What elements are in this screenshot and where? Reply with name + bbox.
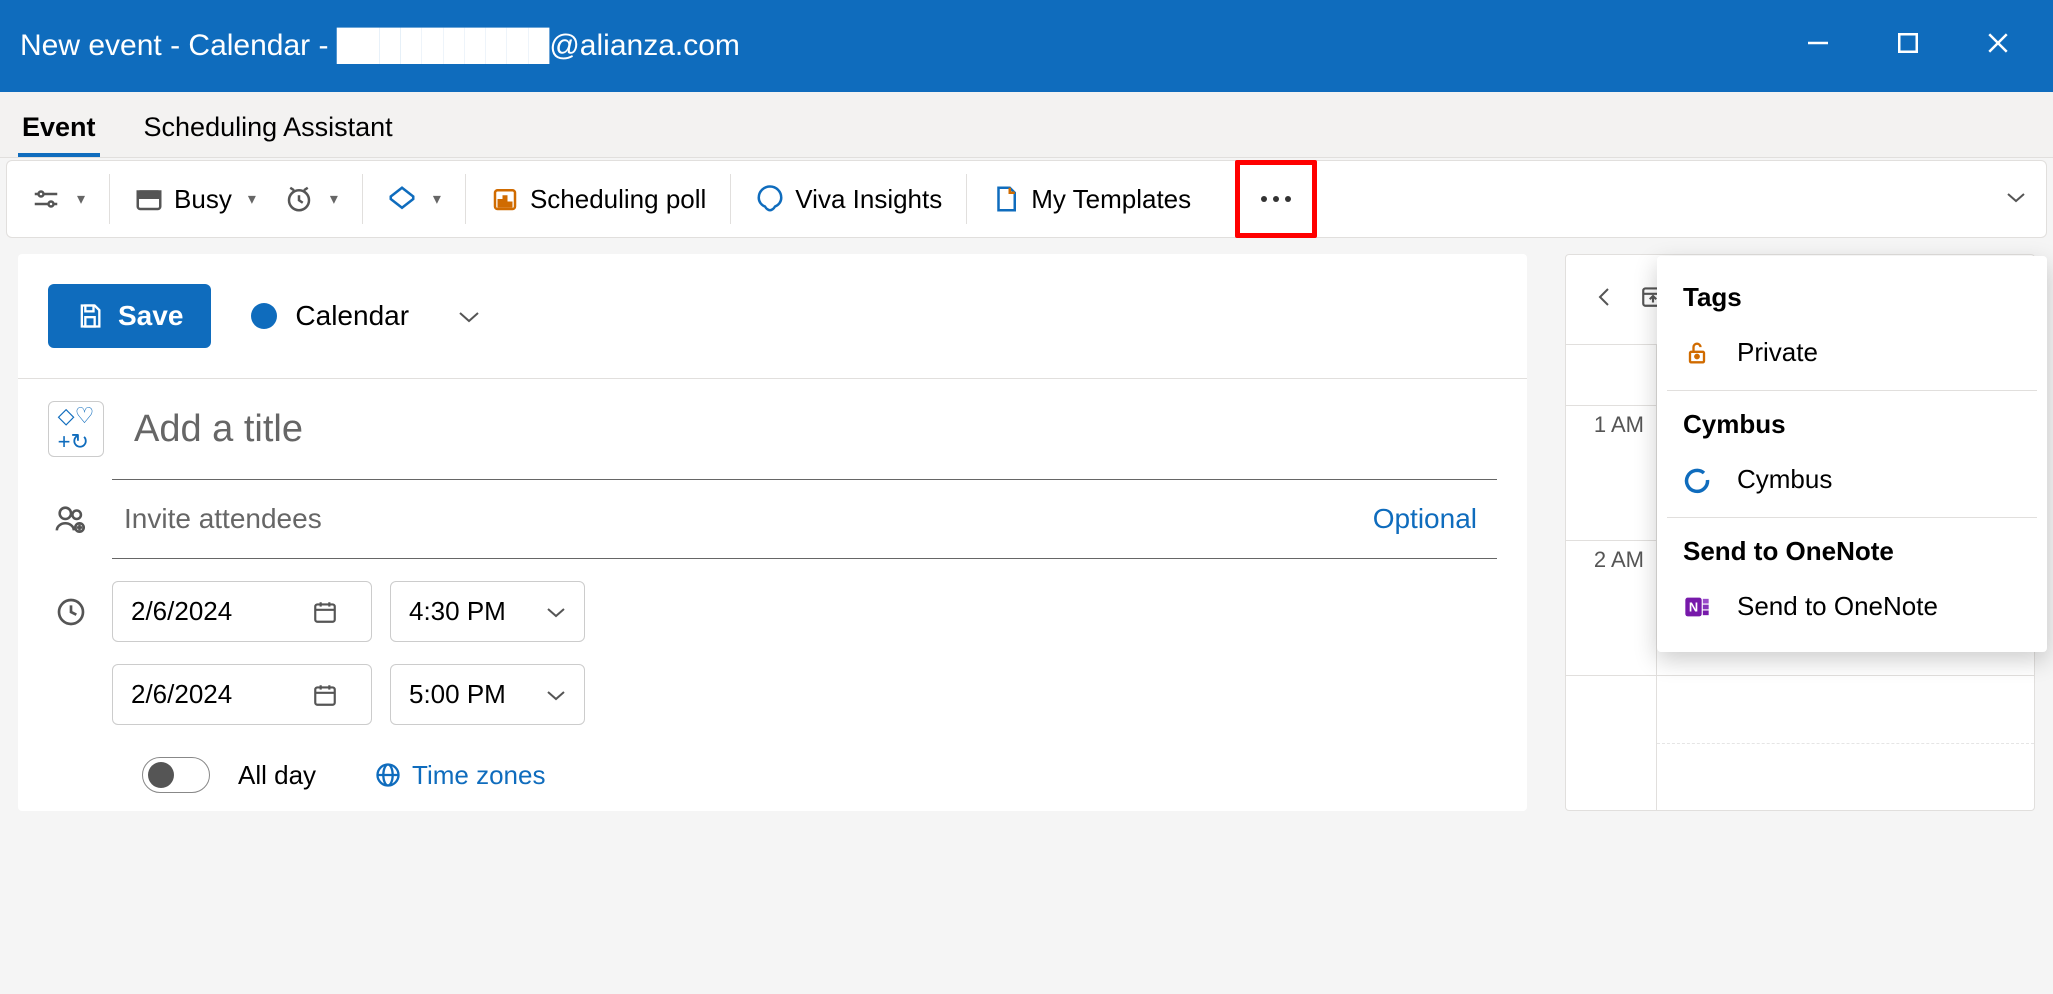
end-date-value: 2/6/2024	[131, 679, 232, 710]
calendar-selector[interactable]: Calendar	[251, 300, 481, 332]
menu-section-tags: Tags	[1657, 272, 2047, 323]
viva-label: Viva Insights	[795, 184, 942, 215]
save-button[interactable]: Save	[48, 284, 211, 348]
chevron-down-icon	[457, 300, 481, 332]
viva-insights-button[interactable]: Viva Insights	[741, 176, 956, 223]
all-day-toggle[interactable]	[142, 757, 210, 793]
start-date-picker[interactable]: 2/6/2024	[112, 581, 372, 642]
reminder-dropdown[interactable]: ▾	[270, 176, 352, 222]
window-title: New event - Calendar - ██████████@alianz…	[20, 29, 1803, 63]
all-day-label: All day	[238, 760, 316, 791]
svg-text:N: N	[1689, 599, 1698, 614]
chevron-down-icon: ▾	[248, 189, 256, 209]
cymbus-label: Cymbus	[1737, 464, 1832, 495]
titlebar: New event - Calendar - ██████████@alianz…	[0, 0, 2053, 92]
more-options-button[interactable]	[1235, 160, 1317, 238]
menu-section-onenote: Send to OneNote	[1657, 526, 2047, 577]
start-time-value: 4:30 PM	[409, 596, 506, 627]
emoji-icon: ◇♡+↻	[58, 403, 95, 455]
start-date-value: 2/6/2024	[131, 596, 232, 627]
time-label: 1 AM	[1566, 406, 1656, 540]
templates-label: My Templates	[1031, 184, 1191, 215]
prev-day-button[interactable]	[1590, 277, 1618, 323]
title-input[interactable]	[134, 408, 1497, 451]
time-label: 2 AM	[1566, 541, 1656, 675]
chevron-down-icon: ▾	[77, 189, 85, 209]
attendees-input[interactable]	[124, 503, 1343, 535]
clock-icon	[48, 596, 94, 628]
minimize-button[interactable]	[1803, 28, 1833, 64]
end-time-value: 5:00 PM	[409, 679, 506, 710]
time-zones-link[interactable]: Time zones	[374, 760, 545, 791]
status-busy-dropdown[interactable]: Busy ▾	[120, 176, 270, 223]
optional-attendees-link[interactable]: Optional	[1373, 503, 1477, 535]
close-button[interactable]	[1983, 28, 2013, 64]
people-icon	[48, 502, 94, 536]
status-label: Busy	[174, 184, 232, 215]
event-form: Save Calendar ◇♡+↻ Optional	[18, 254, 1527, 811]
menu-item-private[interactable]: Private	[1657, 323, 2047, 382]
categorize-dropdown[interactable]: ▾	[373, 176, 455, 222]
tab-bar: Event Scheduling Assistant	[0, 92, 2053, 158]
maximize-button[interactable]	[1893, 28, 1923, 64]
chevron-down-icon: ▾	[330, 189, 338, 209]
tab-scheduling-assistant[interactable]: Scheduling Assistant	[140, 102, 397, 157]
emoji-picker-button[interactable]: ◇♡+↻	[48, 401, 104, 457]
menu-item-onenote[interactable]: N Send to OneNote	[1657, 577, 2047, 636]
scheduling-poll-button[interactable]: Scheduling poll	[476, 176, 720, 223]
ribbon-options[interactable]: ▾	[17, 176, 99, 222]
end-date-picker[interactable]: 2/6/2024	[112, 664, 372, 725]
ribbon-expand-button[interactable]	[1996, 180, 2036, 219]
window-controls	[1803, 28, 2013, 64]
time-zones-label: Time zones	[412, 760, 545, 791]
save-label: Save	[118, 300, 183, 332]
end-time-picker[interactable]: 5:00 PM	[390, 664, 585, 725]
calendar-color-dot	[251, 303, 277, 329]
ribbon: ▾ Busy ▾ ▾ ▾ Scheduling poll Viva Insigh…	[6, 160, 2047, 238]
time-slot[interactable]	[1566, 675, 2034, 810]
more-options-menu: Tags Private Cymbus Cymbus Send to OneNo…	[1657, 256, 2047, 652]
chevron-down-icon: ▾	[433, 189, 441, 209]
onenote-label: Send to OneNote	[1737, 591, 1938, 622]
scheduling-poll-label: Scheduling poll	[530, 184, 706, 215]
tab-event[interactable]: Event	[18, 102, 100, 157]
menu-item-cymbus[interactable]: Cymbus	[1657, 450, 2047, 509]
private-label: Private	[1737, 337, 1818, 368]
menu-section-cymbus: Cymbus	[1657, 399, 2047, 450]
calendar-label: Calendar	[295, 300, 409, 332]
my-templates-button[interactable]: My Templates	[977, 176, 1205, 223]
start-time-picker[interactable]: 4:30 PM	[390, 581, 585, 642]
